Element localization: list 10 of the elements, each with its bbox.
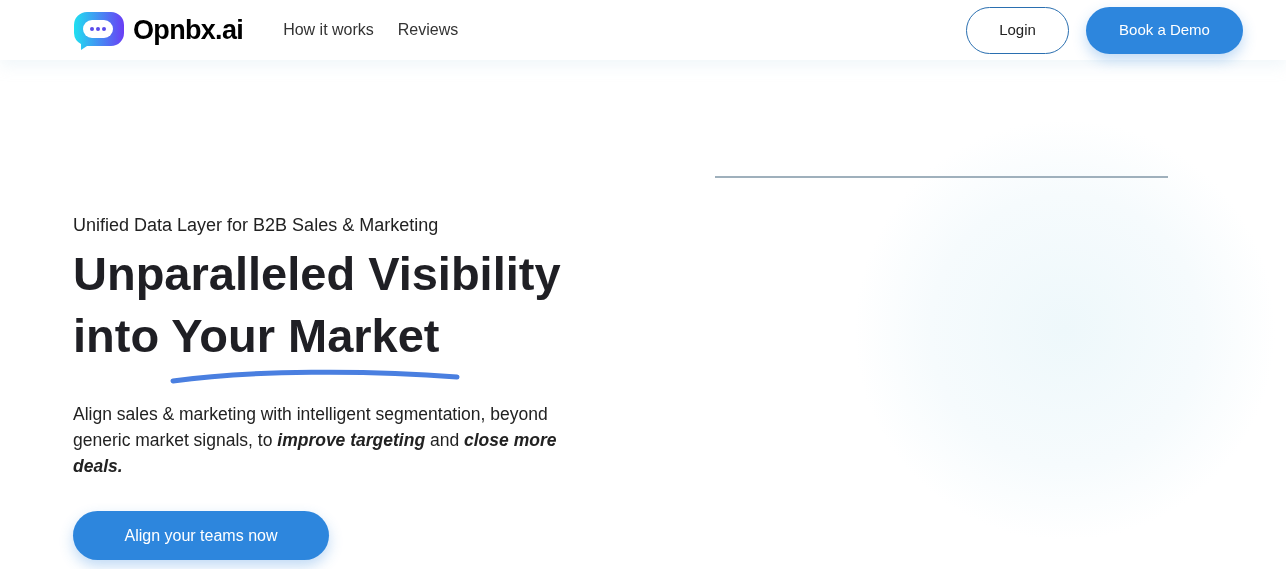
align-teams-button[interactable]: Align your teams now [73, 511, 329, 560]
login-button[interactable]: Login [966, 6, 1069, 54]
nav-link[interactable]: Reviews [397, 18, 459, 42]
nav-link[interactable]: How it works [283, 18, 374, 42]
tagline: Unified Data Layer for B2B Sales & Marketing [73, 214, 440, 237]
chat-bubble-logo-icon [73, 10, 125, 50]
hero-description: Align sales & marketing with intelligent segmentation, beyond generic market signals, to improve targeting and close more deals. [73, 403, 558, 478]
book-demo-button[interactable]: Book a Demo [1086, 6, 1243, 54]
headline: Unparalleled Visibility into Your Market [73, 246, 562, 364]
brand-name[interactable]: Opnbx.ai [133, 9, 244, 51]
